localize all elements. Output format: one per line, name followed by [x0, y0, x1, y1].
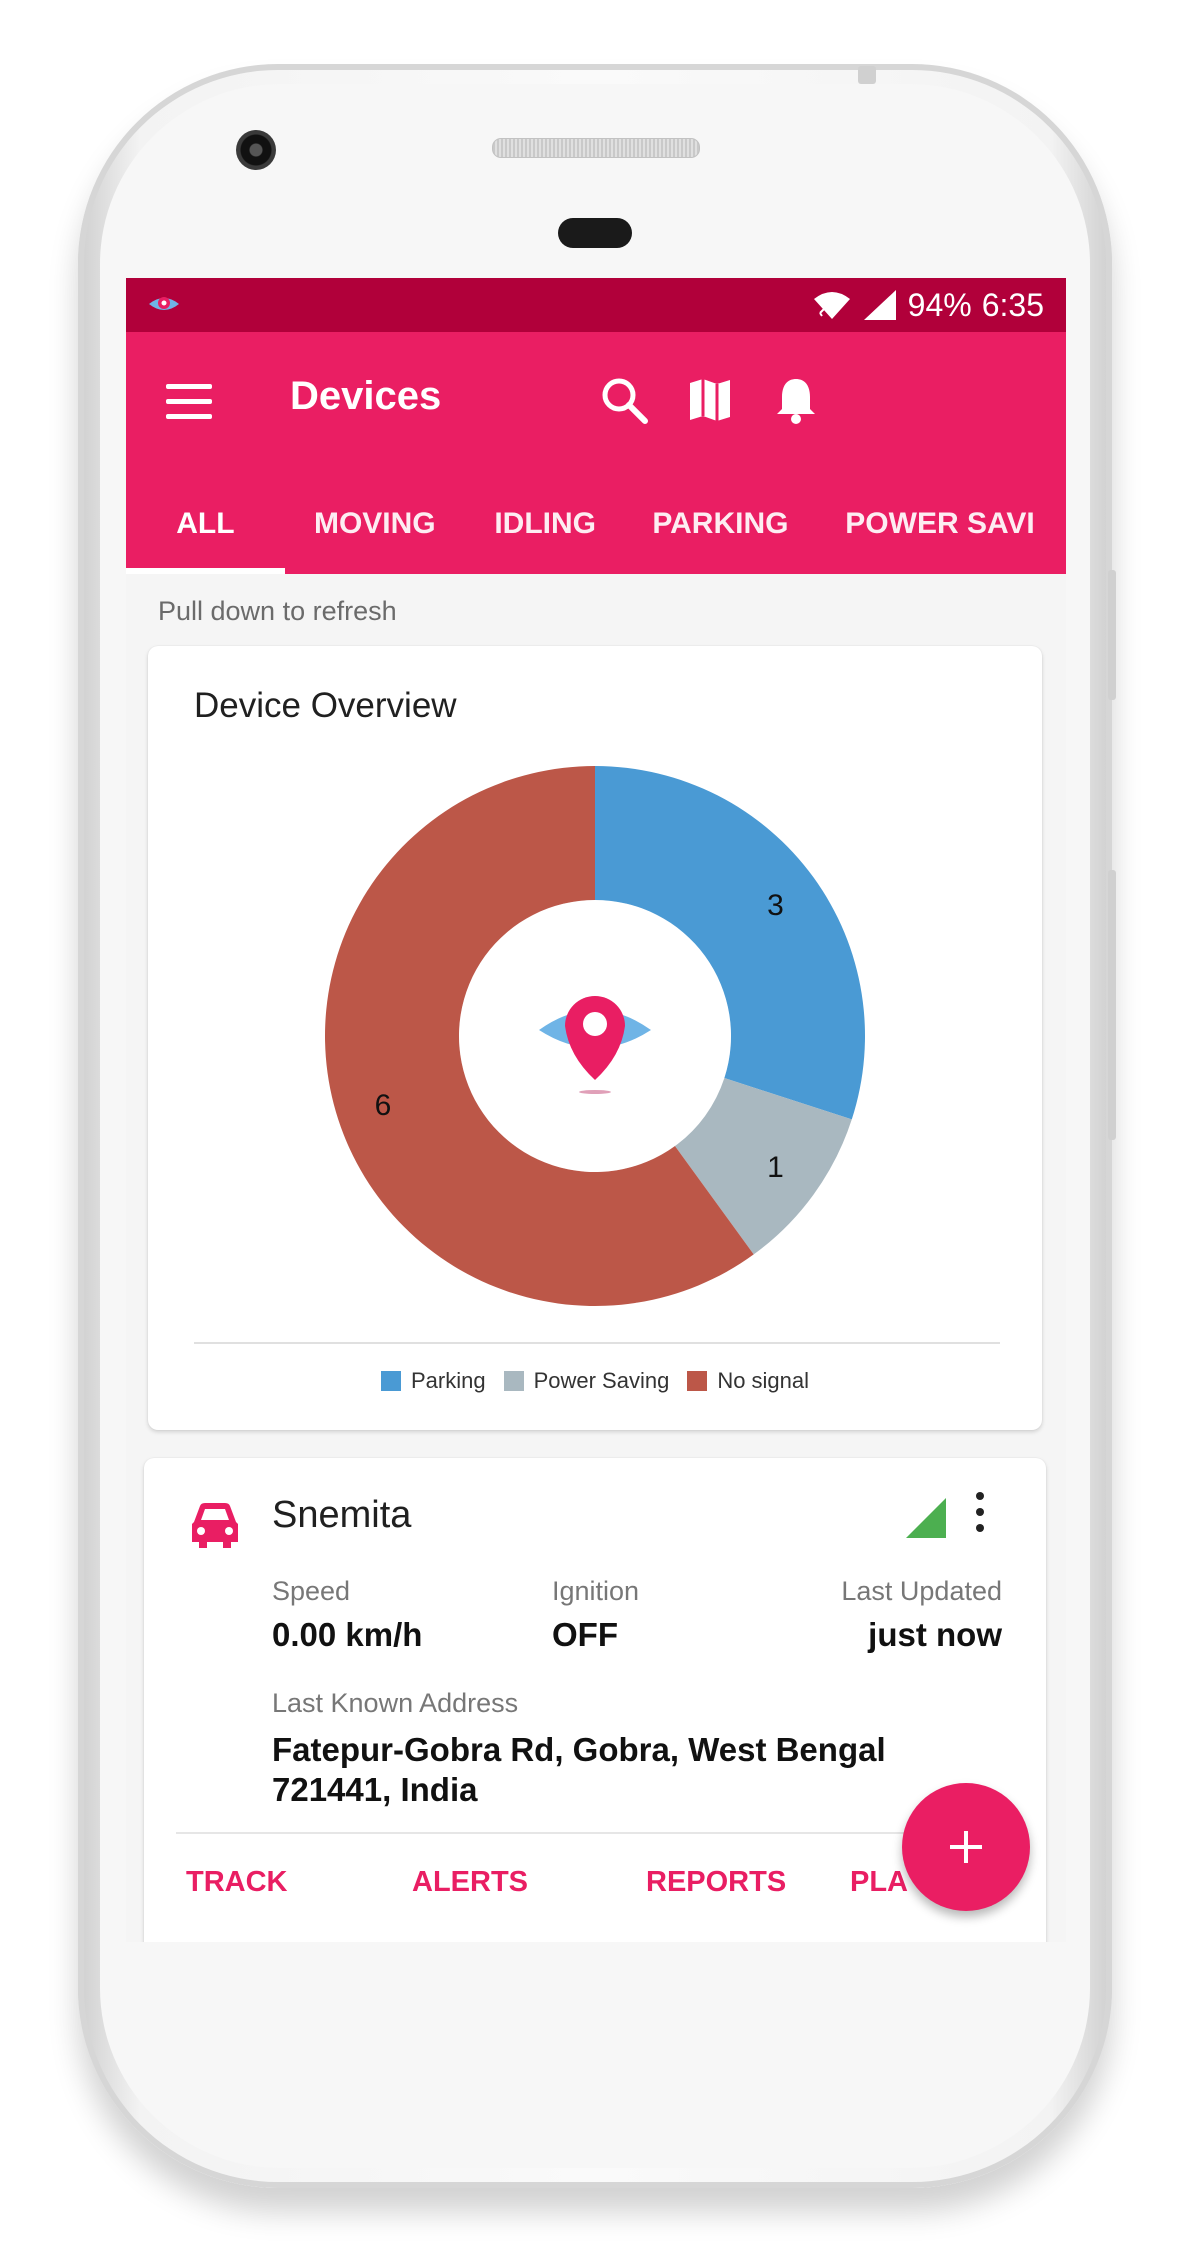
search-icon[interactable] — [594, 370, 654, 430]
plus-icon — [950, 1831, 982, 1863]
car-icon — [192, 1503, 238, 1548]
menu-icon[interactable] — [166, 384, 212, 424]
battery-level: 94% — [907, 286, 972, 323]
chart-divider — [194, 1342, 1000, 1344]
last-updated-value: just now — [868, 1616, 1002, 1653]
tab-all[interactable]: ALL — [126, 474, 285, 574]
speed-label: Speed — [272, 1576, 351, 1606]
app-screen: 94% 6:35 Devices ALL MOVING IDLING PARKI… — [126, 278, 1066, 1942]
donut-value-label: 1 — [767, 1151, 784, 1184]
chart-legend: Parking Power Saving No signal — [148, 1368, 1042, 1394]
legend-item-no-signal: No signal — [687, 1368, 809, 1394]
last-updated-label: Last Updated — [841, 1576, 1002, 1606]
donut-value-label: 6 — [375, 1089, 392, 1122]
clock: 6:35 — [981, 286, 1044, 323]
app-eye-icon — [149, 297, 179, 310]
signal-strength-icon — [906, 1498, 946, 1538]
front-camera — [236, 130, 276, 170]
reports-button[interactable]: REPORTS — [646, 1866, 786, 1899]
phone-side-button — [1108, 570, 1116, 700]
add-device-fab[interactable] — [902, 1783, 1030, 1911]
legend-item-power-saving: Power Saving — [503, 1368, 670, 1394]
page-title: Devices — [290, 374, 442, 418]
status-bar: 94% 6:35 — [126, 278, 1066, 332]
phone-earpiece — [558, 218, 632, 248]
legend-label: No signal — [717, 1368, 810, 1393]
playback-button[interactable]: PLA — [850, 1866, 908, 1899]
track-button[interactable]: TRACK — [186, 1866, 288, 1899]
phone-top-button — [858, 66, 876, 84]
more-vert-icon[interactable] — [972, 1492, 988, 1544]
alerts-button[interactable]: ALERTS — [412, 1866, 528, 1899]
tab-power-saving[interactable]: POWER SAVI — [815, 474, 1066, 574]
phone-volume-button — [1108, 870, 1116, 1140]
device-overview-card: Device Overview 316 Parking Power Saving N… — [148, 646, 1042, 1430]
tab-moving[interactable]: MOVING — [285, 474, 465, 574]
device-overview-donut-chart: 3 1 6 — [324, 766, 866, 1306]
tab-bar: ALL MOVING IDLING PARKING POWER SAVI — [126, 474, 1066, 574]
cell-signal-icon — [863, 290, 896, 320]
phone-speaker-grille — [492, 138, 700, 158]
bell-icon[interactable] — [766, 370, 826, 430]
wifi-icon — [813, 292, 850, 319]
tab-parking[interactable]: PARKING — [626, 474, 816, 574]
app-bar: Devices ALL MOVING IDLING PARKING POWER … — [126, 332, 1066, 574]
tab-idling[interactable]: IDLING — [465, 474, 626, 574]
donut-value-label: 3 — [767, 889, 784, 922]
address-label: Last Known Address — [272, 1688, 519, 1718]
card-divider — [176, 1832, 1014, 1834]
legend-swatch — [687, 1371, 708, 1391]
legend-swatch — [503, 1371, 524, 1391]
ignition-label: Ignition — [552, 1576, 640, 1606]
legend-item-parking: Parking — [380, 1368, 486, 1394]
speed-value: 0.00 km/h — [272, 1616, 423, 1653]
map-icon[interactable] — [680, 370, 740, 430]
address-value: Fatepur-Gobra Rd, Gobra, West Bengal 721… — [272, 1731, 886, 1808]
legend-label: Parking — [410, 1368, 486, 1393]
ignition-value: OFF — [552, 1616, 618, 1653]
legend-swatch — [380, 1371, 401, 1391]
legend-label: Power Saving — [533, 1368, 670, 1393]
device-name: Snemita — [272, 1494, 412, 1536]
pull-to-refresh-hint: Pull down to refresh — [158, 596, 397, 626]
